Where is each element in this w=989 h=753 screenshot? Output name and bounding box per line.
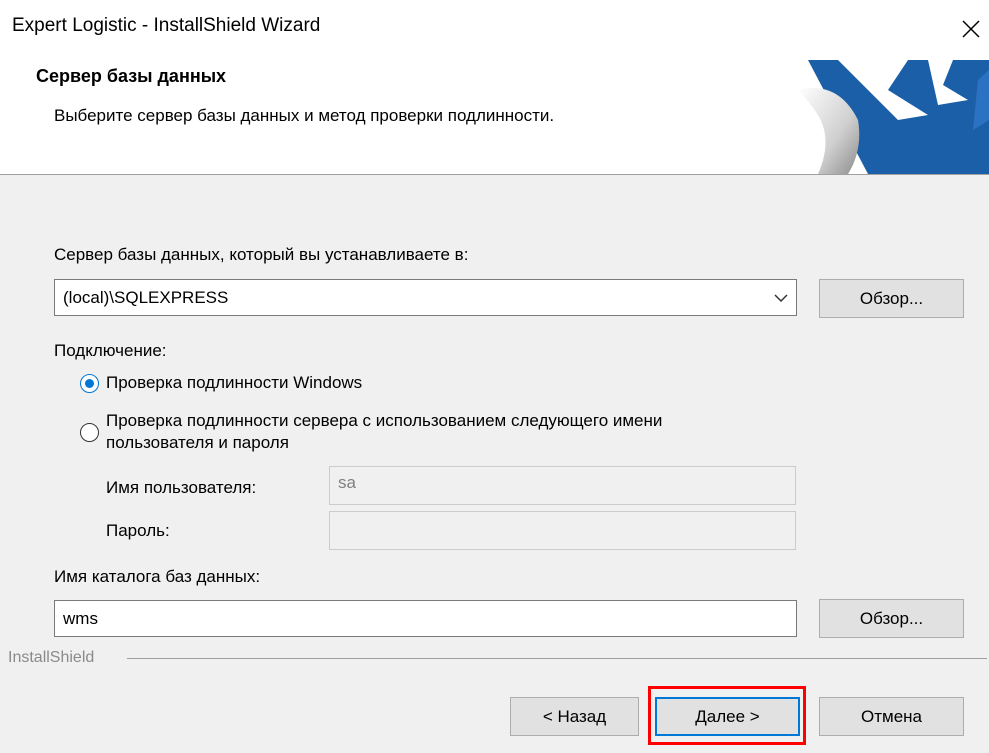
footer-divider: [127, 658, 987, 659]
back-button[interactable]: < Назад: [510, 697, 639, 736]
username-value: sa: [338, 473, 356, 492]
server-auth-label-line2[interactable]: пользователя и пароля: [106, 433, 289, 453]
catalog-value: wms: [63, 609, 98, 628]
password-label: Пароль:: [106, 521, 170, 540]
wizard-header: Сервер базы данных Выберите сервер базы …: [0, 60, 989, 175]
page-subtitle: Выберите сервер базы данных и метод пров…: [54, 106, 555, 125]
username-field: sa: [329, 466, 796, 505]
page-title: Сервер базы данных: [36, 66, 227, 86]
catalog-browse-button[interactable]: Обзор...: [819, 599, 964, 638]
catalog-label: Имя каталога баз данных:: [54, 567, 261, 586]
catalog-browse-label: Обзор...: [859, 609, 924, 628]
cancel-label: Отмена: [861, 707, 922, 726]
highlight-box: [648, 686, 806, 745]
window-title: Expert Logistic - InstallShield Wizard: [12, 15, 321, 36]
server-browse-label: Обзор...: [859, 289, 924, 308]
installshield-brand: InstallShield: [8, 649, 95, 666]
server-auth-radio[interactable]: [80, 423, 99, 442]
server-value: (local)\SQLEXPRESS: [63, 288, 229, 307]
server-label: Сервер базы данных, который вы устанавли…: [54, 245, 469, 264]
installshield-logo-icon: [798, 60, 989, 174]
catalog-input[interactable]: wms: [54, 600, 797, 637]
windows-auth-radio[interactable]: [80, 374, 99, 393]
password-field: [329, 511, 796, 550]
server-combobox[interactable]: (local)\SQLEXPRESS: [54, 279, 797, 316]
server-browse-button[interactable]: Обзор...: [819, 279, 964, 318]
cancel-button[interactable]: Отмена: [819, 697, 964, 736]
title-bar: Expert Logistic - InstallShield Wizard: [0, 0, 989, 60]
back-label: < Назад: [542, 707, 607, 726]
connection-label: Подключение:: [54, 341, 167, 360]
server-auth-label-line1[interactable]: Проверка подлинности сервера с использов…: [106, 411, 662, 431]
windows-auth-label[interactable]: Проверка подлинности Windows: [106, 373, 362, 393]
chevron-down-icon[interactable]: [774, 292, 788, 304]
close-icon[interactable]: [952, 10, 988, 46]
username-label: Имя пользователя:: [106, 478, 257, 497]
